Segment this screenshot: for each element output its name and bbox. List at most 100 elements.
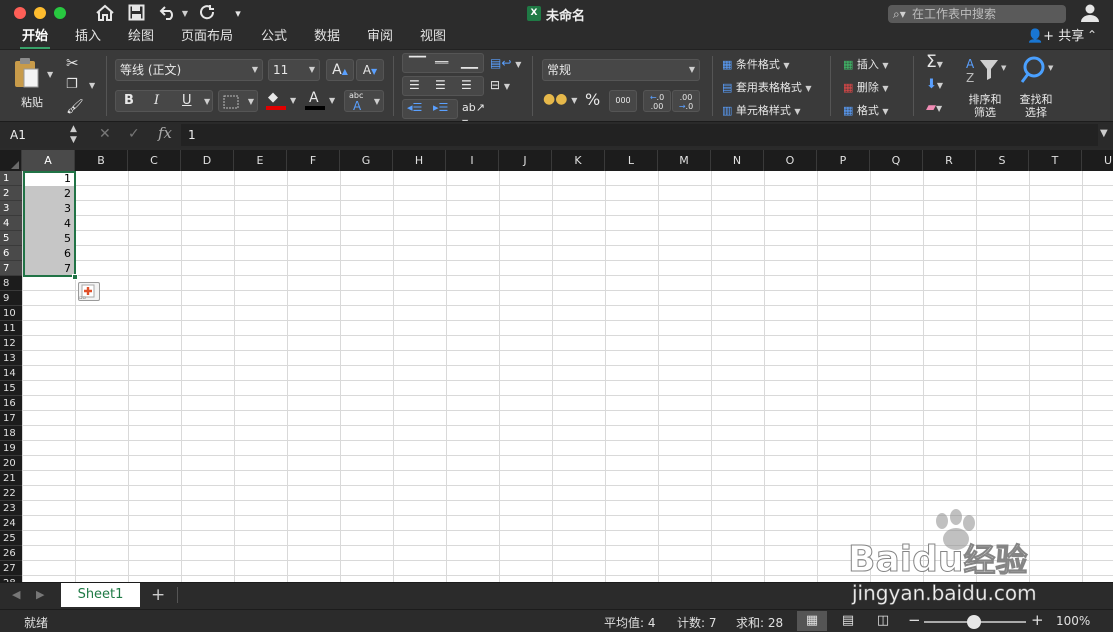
align-middle-icon[interactable]: ══ (435, 56, 448, 69)
name-box-stepper-icon[interactable]: ▲ ▼ (70, 124, 77, 146)
row-header-1[interactable]: 1 (0, 171, 22, 186)
increase-decimal-button[interactable]: ←.0.00 (643, 90, 671, 112)
fill-button[interactable]: ⬇▼ (926, 77, 943, 92)
normal-view-icon[interactable]: ▦ (797, 611, 827, 631)
increase-indent-icon[interactable]: ▸☰ (433, 101, 448, 114)
cell-area[interactable] (22, 171, 1113, 582)
underline-button[interactable]: U (182, 93, 192, 108)
format-cells-button[interactable]: ▦ 格式 ▼ (843, 102, 889, 118)
format-painter-icon[interactable]: 🖌 (66, 99, 84, 115)
customize-toolbar-icon[interactable]: ▾ (231, 4, 245, 24)
cell-a1[interactable]: 1 (24, 171, 73, 186)
account-icon[interactable] (1080, 3, 1102, 24)
previous-sheet-icon[interactable]: ◀ (12, 588, 20, 601)
tab-page-layout[interactable]: 页面布局 (173, 27, 241, 49)
phonetic-guide-button[interactable]: abc A ▼ (344, 90, 384, 113)
column-header-g[interactable]: G (340, 150, 393, 171)
row-header-26[interactable]: 26 (0, 546, 22, 561)
tab-view[interactable]: 视图 (411, 27, 455, 49)
collapse-ribbon-icon[interactable]: ⌃ (1087, 28, 1097, 42)
column-header-b[interactable]: B (75, 150, 128, 171)
cell-a3[interactable]: 3 (24, 201, 73, 216)
zoom-in-icon[interactable]: + (1031, 611, 1044, 629)
align-center-icon[interactable]: ☰ (435, 78, 446, 92)
column-header-h[interactable]: H (393, 150, 446, 171)
insert-cells-button[interactable]: ▦ 插入 ▼ (843, 56, 889, 72)
home-icon[interactable] (94, 4, 116, 24)
column-header-j[interactable]: J (499, 150, 552, 171)
page-layout-view-icon[interactable]: ▤ (833, 611, 863, 631)
row-header-20[interactable]: 20 (0, 456, 22, 471)
row-header-15[interactable]: 15 (0, 381, 22, 396)
column-header-o[interactable]: O (764, 150, 817, 171)
zoom-window-button[interactable] (54, 7, 66, 19)
clear-button[interactable]: ▰▼ (926, 100, 942, 115)
row-header-10[interactable]: 10 (0, 306, 22, 321)
row-header-27[interactable]: 27 (0, 561, 22, 576)
number-format-select[interactable]: 常规 ▼ (542, 59, 700, 81)
font-size-select[interactable]: 11 ▼ (268, 59, 320, 81)
cell-styles-button[interactable]: ▥ 单元格样式 ▼ (722, 102, 801, 118)
align-top-icon[interactable]: ▔▔ (409, 56, 426, 69)
sheet-tab-sheet1[interactable]: Sheet1 (61, 583, 140, 607)
sort-filter-icon[interactable]: A Z ▼ (964, 56, 1008, 86)
decrease-indent-icon[interactable]: ◂☰ (407, 101, 422, 114)
italic-button[interactable]: I (154, 93, 159, 108)
column-header-l[interactable]: L (605, 150, 658, 171)
confirm-edit-icon[interactable]: ✓ (128, 126, 140, 142)
row-header-24[interactable]: 24 (0, 516, 22, 531)
font-color-button[interactable]: A ▼ (303, 90, 337, 112)
percent-button[interactable]: % (585, 90, 600, 109)
column-header-s[interactable]: S (976, 150, 1029, 171)
cell-a2[interactable]: 2 (24, 186, 73, 201)
delete-cells-button[interactable]: ▦ 删除 ▼ (843, 79, 889, 95)
orientation-button[interactable]: ab↗ ▼ (462, 100, 494, 127)
undo-icon[interactable] (158, 4, 178, 24)
formula-input[interactable]: 1 (181, 124, 1098, 146)
share-button[interactable]: 👤+ 共享 (1027, 27, 1084, 47)
row-header-19[interactable]: 19 (0, 441, 22, 456)
font-name-select[interactable]: 等线 (正文) ▼ (115, 59, 263, 81)
row-header-18[interactable]: 18 (0, 426, 22, 441)
column-header-r[interactable]: R (923, 150, 976, 171)
paste-dropdown-icon[interactable]: ▼ (47, 70, 53, 79)
column-header-f[interactable]: F (287, 150, 340, 171)
add-sheet-icon[interactable]: + (151, 585, 165, 605)
row-header-25[interactable]: 25 (0, 531, 22, 546)
undo-dropdown-icon[interactable]: ▼ (180, 4, 190, 24)
expand-formula-bar-icon[interactable]: ▼ (1100, 128, 1108, 139)
row-header-23[interactable]: 23 (0, 501, 22, 516)
minimize-window-button[interactable] (34, 7, 46, 19)
copy-icon[interactable]: ❐ (66, 77, 78, 92)
row-header-12[interactable]: 12 (0, 336, 22, 351)
column-header-t[interactable]: T (1029, 150, 1082, 171)
paste-icon[interactable] (12, 57, 42, 89)
row-header-22[interactable]: 22 (0, 486, 22, 501)
align-bottom-icon[interactable]: ▁▁ (461, 56, 478, 69)
row-header-7[interactable]: 7 (0, 261, 22, 276)
autofill-options-button[interactable]: ▫▫ (78, 282, 100, 301)
row-header-11[interactable]: 11 (0, 321, 22, 336)
cut-icon[interactable]: ✂ (66, 54, 79, 72)
column-header-a[interactable]: A (22, 150, 75, 171)
borders-button[interactable]: ▼ (218, 90, 258, 112)
column-header-q[interactable]: Q (870, 150, 923, 171)
cell-a5[interactable]: 5 (24, 231, 73, 246)
column-header-i[interactable]: I (446, 150, 499, 171)
row-header-17[interactable]: 17 (0, 411, 22, 426)
column-header-n[interactable]: N (711, 150, 764, 171)
row-header-13[interactable]: 13 (0, 351, 22, 366)
tab-draw[interactable]: 绘图 (119, 27, 163, 49)
sheet-search-input[interactable]: ⌕▾ 在工作表中搜索 (888, 5, 1066, 23)
insert-function-icon[interactable]: fx (158, 124, 172, 142)
page-break-view-icon[interactable]: ◫ (868, 611, 898, 631)
row-header-14[interactable]: 14 (0, 366, 22, 381)
accounting-format-button[interactable]: ●● ▼ (543, 91, 579, 113)
save-icon[interactable] (126, 4, 146, 24)
bold-button[interactable]: B (124, 93, 134, 108)
column-header-p[interactable]: P (817, 150, 870, 171)
align-left-icon[interactable]: ☰ (409, 78, 420, 92)
fill-color-button[interactable]: ◆ ▼ (264, 90, 298, 112)
row-header-21[interactable]: 21 (0, 471, 22, 486)
zoom-slider-knob[interactable] (967, 615, 981, 629)
